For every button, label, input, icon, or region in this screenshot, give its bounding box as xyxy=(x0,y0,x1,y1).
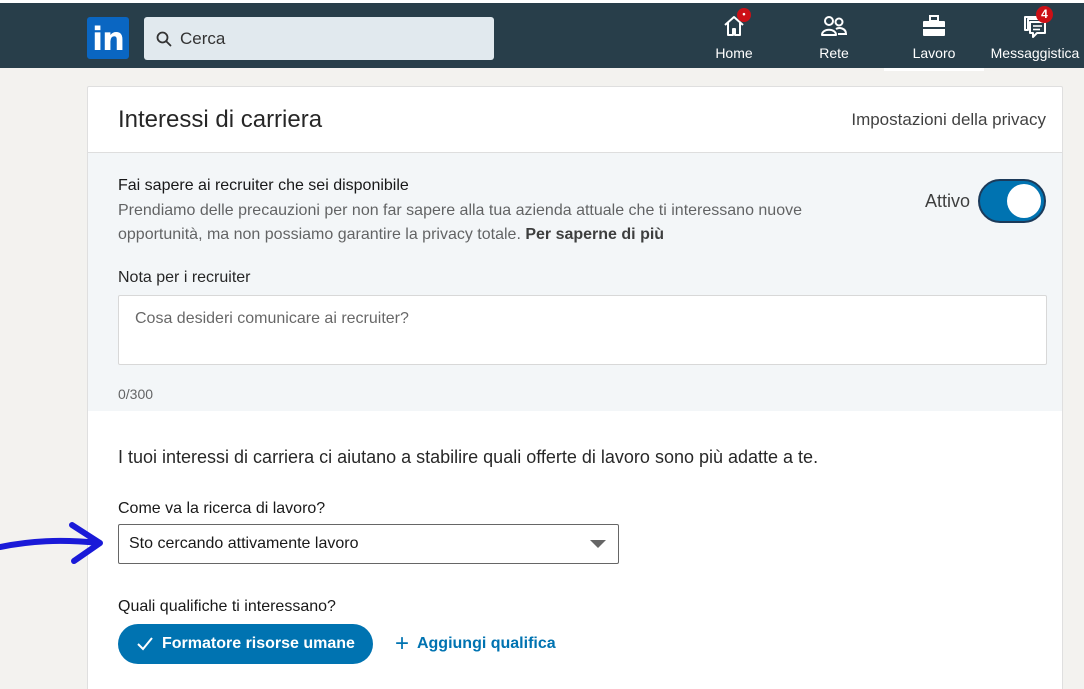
recruiter-toggle-group: Attivo xyxy=(925,179,1046,223)
intro-text: I tuoi interessi di carriera ci aiutano … xyxy=(118,447,819,467)
nav-home[interactable]: • Home xyxy=(712,8,756,71)
description-text: Prendiamo delle precauzioni per non far … xyxy=(118,202,802,243)
open-to-recruiters-title: Fai sapere ai recruiter che sei disponib… xyxy=(118,177,409,194)
add-job-title-button[interactable]: + Aggiungi qualifica xyxy=(394,630,556,657)
check-icon xyxy=(137,637,153,651)
notification-badge: • xyxy=(737,8,751,22)
career-interests-card: Interessi di carriera Impostazioni della… xyxy=(87,86,1063,689)
recruiter-note-textarea[interactable] xyxy=(118,295,1047,365)
search-icon xyxy=(156,31,172,46)
job-search-selected-value: Sto cercando attivamente lavoro xyxy=(129,535,359,552)
toggle-knob xyxy=(1007,184,1041,218)
message-count-badge: 4 xyxy=(1036,6,1053,23)
open-to-recruiters-description: Prendiamo delle precauzioni per non far … xyxy=(118,199,878,247)
page-title: Interessi di carriera xyxy=(118,105,323,133)
job-search-status-select[interactable]: Sto cercando attivamente lavoro xyxy=(118,524,619,564)
annotation-arrow-icon xyxy=(0,522,103,564)
briefcase-icon xyxy=(923,15,945,36)
nav-network-label: Rete xyxy=(819,45,849,61)
toggle-status-label: Attivo xyxy=(924,190,970,211)
card-header: Interessi di carriera Impostazioni della… xyxy=(88,87,1062,153)
top-nav-bar: in • Home Rete xyxy=(0,0,1084,71)
nav-jobs-label: Lavoro xyxy=(912,45,956,61)
privacy-settings-link[interactable]: Impostazioni della privacy xyxy=(851,110,1046,130)
job-titles-chips: Formatore risorse umane + Aggiungi quali… xyxy=(118,624,1046,664)
open-to-recruiters-section: Fai sapere ai recruiter che sei disponib… xyxy=(88,153,1062,411)
job-title-chip-label: Formatore risorse umane xyxy=(162,635,355,652)
people-icon xyxy=(821,16,848,36)
plus-icon: + xyxy=(394,630,409,657)
career-preferences-section: I tuoi interessi di carriera ci aiutano … xyxy=(88,411,1062,664)
nav-messaging[interactable]: 4 Messaggistica xyxy=(986,6,1084,71)
search-box[interactable] xyxy=(144,17,494,60)
job-search-question-label: Come va la ricerca di lavoro? xyxy=(118,500,326,517)
nav-network[interactable]: Rete xyxy=(812,11,856,71)
add-job-title-label: Aggiungi qualifica xyxy=(416,635,556,652)
linkedin-logo-icon[interactable]: in xyxy=(87,17,129,59)
nav-messaging-label: Messaggistica xyxy=(990,45,1080,61)
nav-jobs[interactable]: Lavoro xyxy=(884,11,984,71)
job-title-chip[interactable]: Formatore risorse umane xyxy=(118,624,373,664)
nav-home-label: Home xyxy=(715,45,753,61)
recruiter-note-label: Nota per i recruiter xyxy=(118,269,251,286)
caret-down-icon xyxy=(590,540,606,548)
learn-more-link[interactable]: Per saperne di più xyxy=(525,226,664,243)
character-counter: 0/300 xyxy=(118,386,154,402)
job-titles-question-label: Quali qualifiche ti interessano? xyxy=(118,598,336,615)
open-to-recruiters-toggle[interactable] xyxy=(978,179,1046,223)
search-input[interactable] xyxy=(180,28,480,49)
